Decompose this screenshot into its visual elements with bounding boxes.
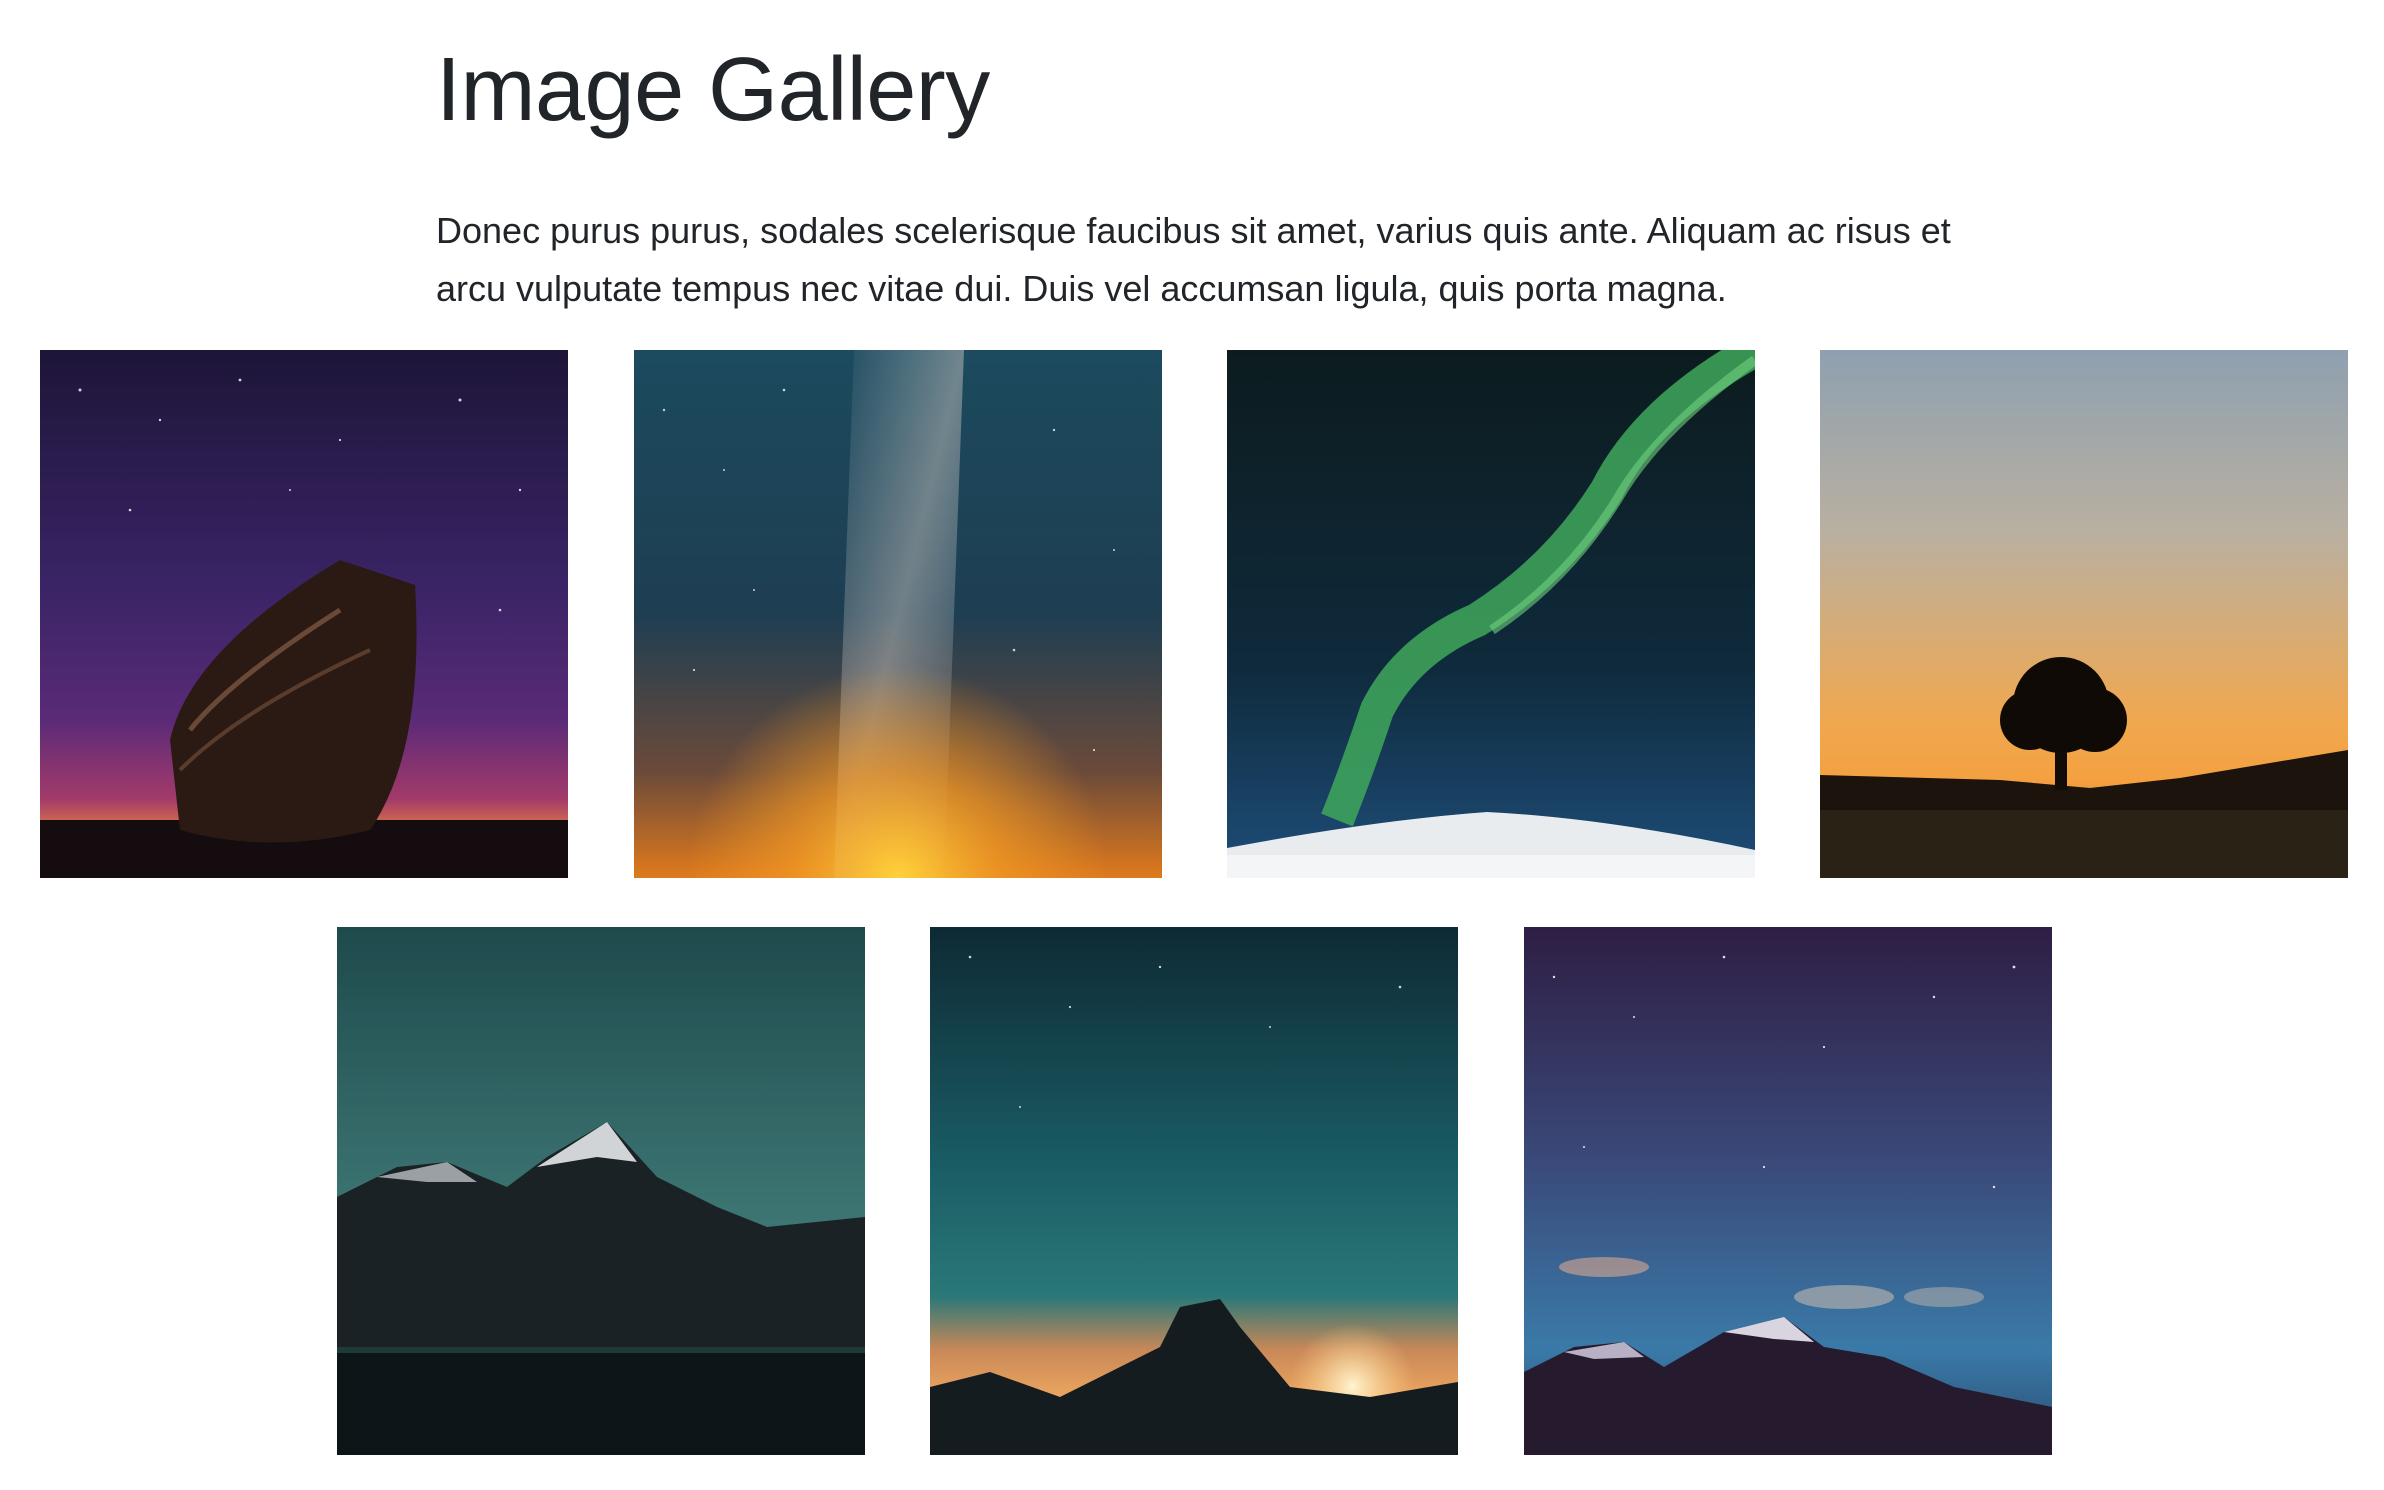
gallery-image-milky-way[interactable] bbox=[634, 350, 1162, 878]
aurora-photo bbox=[1227, 350, 1755, 878]
gallery-image-mountains-teal[interactable] bbox=[337, 927, 865, 1455]
mountains-teal-photo bbox=[337, 927, 865, 1455]
page-title: Image Gallery bbox=[436, 40, 990, 140]
peaks-purple-photo bbox=[1524, 927, 2052, 1455]
gallery-image-aurora[interactable] bbox=[1227, 350, 1755, 878]
gallery-image-boat[interactable] bbox=[40, 350, 568, 878]
gallery-image-peaks-purple[interactable] bbox=[1524, 927, 2052, 1455]
gallery-image-half-dome[interactable] bbox=[930, 927, 1458, 1455]
boat-night-photo bbox=[40, 350, 568, 878]
half-dome-sunset-photo bbox=[930, 927, 1458, 1455]
intro-paragraph: Donec purus purus, sodales scelerisque f… bbox=[436, 210, 1951, 309]
gallery-image-tree[interactable] bbox=[1820, 350, 2348, 878]
milky-way-photo bbox=[634, 350, 1162, 878]
tree-dusk-photo bbox=[1820, 350, 2348, 878]
page-header: Image Gallery Donec purus purus, sodales… bbox=[436, 30, 1956, 318]
